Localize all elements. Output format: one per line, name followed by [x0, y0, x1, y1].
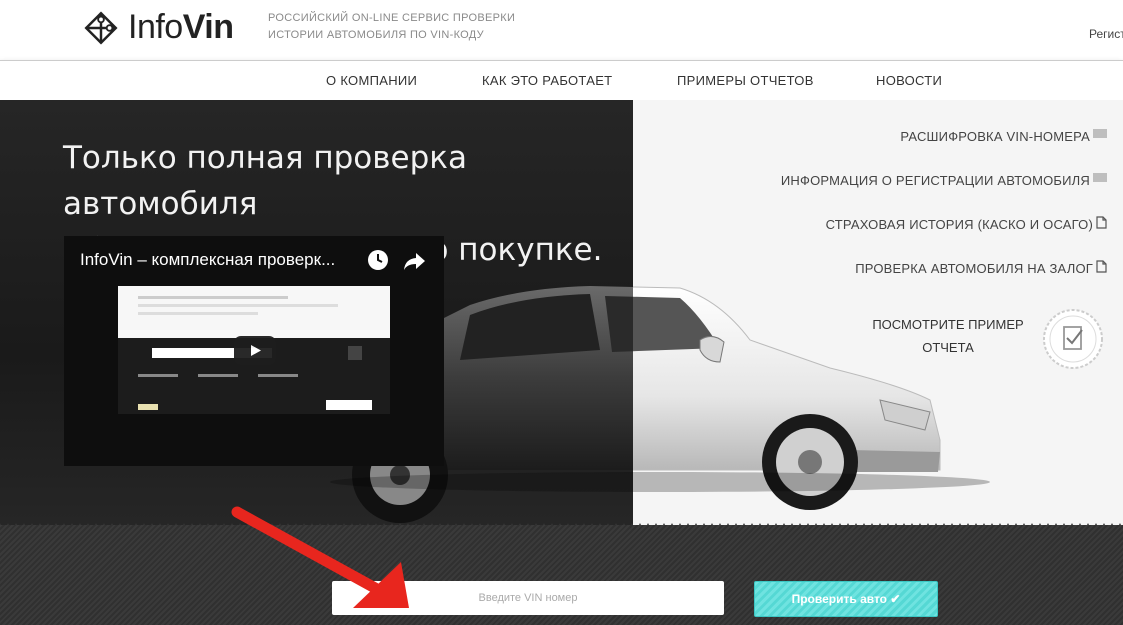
video-title[interactable]: InfoVin – комплексная проверк...	[80, 250, 360, 270]
barcode-icon	[1093, 129, 1107, 138]
feature-label: СТРАХОВАЯ ИСТОРИЯ (КАСКО И ОСАГО)	[825, 217, 1093, 232]
site-header: InfoVin Российский on-line сервис провер…	[0, 0, 1123, 60]
red-arrow-annotation	[231, 506, 409, 608]
nav-item-news[interactable]: НОВОСТИ	[876, 73, 942, 88]
nav-item-report-examples[interactable]: ПРИМЕРЫ ОТЧЕТОВ	[677, 73, 814, 88]
main-nav: О КОМПАНИИ КАК ЭТО РАБОТАЕТ ПРИМЕРЫ ОТЧЕ…	[0, 60, 1123, 102]
tagline-line-2: истории автомобиля по VIN-коду	[268, 29, 484, 41]
share-icon[interactable]	[402, 250, 426, 272]
register-link[interactable]: Регистрация	[1089, 27, 1123, 41]
feature-list: РАСШИФРОВКА VIN-НОМЕРА ИНФОРМАЦИЯ О РЕГИ…	[781, 128, 1107, 304]
feature-label: ПРОВЕРКА АВТОМОБИЛЯ НА ЗАЛОГ	[855, 261, 1093, 276]
tagline: Российский on-line сервис проверки истор…	[268, 10, 515, 44]
feature-label: ИНФОРМАЦИЯ О РЕГИСТРАЦИИ АВТОМОБИЛЯ	[780, 173, 1090, 188]
logo-text-bold: Vin	[182, 8, 234, 46]
feature-pledge-check: ПРОВЕРКА АВТОМОБИЛЯ НА ЗАЛОГ	[781, 260, 1107, 304]
watch-later-icon[interactable]	[367, 249, 389, 271]
sample-line-1: ПОСМОТРИТЕ ПРИМЕР	[872, 317, 1024, 332]
barcode-icon	[1093, 173, 1107, 182]
check-car-button[interactable]: Проверить авто ✔	[754, 581, 938, 617]
sample-line-2: ОТЧЕТА	[922, 340, 974, 355]
logo-text-light: Info	[128, 8, 183, 46]
feature-registration-info: ИНФОРМАЦИЯ О РЕГИСТРАЦИИ АВТОМОБИЛЯ	[781, 172, 1107, 216]
sample-report-link[interactable]: ПОСМОТРИТЕ ПРИМЕР ОТЧЕТА	[868, 313, 1028, 359]
feature-insurance-history: СТРАХОВАЯ ИСТОРИЯ (КАСКО И ОСАГО)	[781, 216, 1107, 260]
puzzle-logo-icon	[84, 10, 118, 45]
feature-label: РАСШИФРОВКА VIN-НОМЕРА	[900, 129, 1090, 144]
hero-title-line-1: Только полная проверка автомобиля	[63, 140, 467, 222]
logo[interactable]: InfoVin	[82, 8, 234, 47]
nav-item-how-it-works[interactable]: КАК ЭТО РАБОТАЕТ	[482, 73, 612, 88]
hero-section: Только полная проверка автомобиля обезоп…	[0, 100, 1123, 525]
logo-text: InfoVin	[128, 8, 234, 47]
tagline-line-1: Российский on-line сервис проверки	[268, 12, 516, 24]
play-icon	[251, 345, 261, 356]
document-icon	[1096, 260, 1107, 273]
play-button[interactable]	[234, 336, 276, 365]
nav-item-about[interactable]: О КОМПАНИИ	[326, 73, 417, 88]
document-icon	[1096, 216, 1107, 229]
video-player[interactable]: InfoVin – комплексная проверк...	[64, 236, 444, 466]
feature-vin-decode: РАСШИФРОВКА VIN-НОМЕРА	[781, 128, 1107, 172]
report-stamp-icon[interactable]	[1042, 308, 1104, 370]
